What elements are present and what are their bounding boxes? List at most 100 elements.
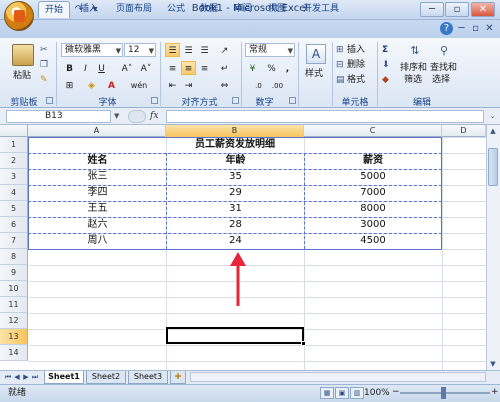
font-size-combo[interactable]: 12 ▼: [124, 43, 156, 57]
zoom-level[interactable]: 100%: [364, 387, 390, 399]
italic-button[interactable]: I: [78, 61, 93, 75]
table-cell[interactable]: 7000: [305, 185, 441, 201]
name-box-dropdown-icon[interactable]: ▼: [114, 110, 126, 123]
horizontal-scrollbar[interactable]: [190, 372, 486, 382]
comma-button[interactable]: ,: [280, 61, 295, 75]
tab-developer[interactable]: 开发工具: [297, 1, 345, 18]
header-cell[interactable]: 薪资: [305, 153, 441, 169]
next-sheet-icon[interactable]: ▶: [22, 372, 30, 382]
column-header-c[interactable]: C: [304, 125, 442, 137]
row-header[interactable]: 2: [0, 153, 28, 169]
row-header[interactable]: 9: [0, 265, 28, 281]
align-middle-icon[interactable]: ☰: [181, 43, 196, 57]
table-cell[interactable]: 周八: [29, 233, 166, 249]
sort-filter-label-1[interactable]: 排序和: [400, 62, 427, 74]
ribbon-minimize-icon[interactable]: ─: [455, 22, 468, 35]
row-header[interactable]: 8: [0, 249, 28, 265]
selected-cell[interactable]: [166, 327, 306, 346]
tab-view[interactable]: 视图: [263, 1, 291, 18]
table-title[interactable]: 员工薪资发放明细: [29, 137, 441, 153]
align-left-icon[interactable]: ≡: [165, 61, 180, 75]
table-cell[interactable]: 李四: [29, 185, 166, 201]
prev-sheet-icon[interactable]: ◀: [13, 372, 21, 382]
row-header[interactable]: 1: [0, 137, 28, 153]
formula-input[interactable]: [166, 110, 484, 123]
column-header-b[interactable]: B: [166, 125, 304, 137]
restore-button[interactable]: ▫: [445, 2, 469, 17]
table-cell[interactable]: 35: [167, 169, 304, 185]
formula-expand-chevron-icon[interactable]: ⌄: [487, 110, 498, 123]
row-header[interactable]: 6: [0, 217, 28, 233]
font-dialog-launcher[interactable]: [151, 97, 158, 104]
decrease-decimal-icon[interactable]: .00: [270, 78, 285, 92]
insert-cells-button[interactable]: 插入: [347, 44, 365, 56]
ribbon-close-icon[interactable]: ✕: [483, 22, 496, 35]
sheet-tab-sheet2[interactable]: Sheet2: [86, 371, 126, 384]
sheet-tab-sheet1[interactable]: Sheet1: [44, 371, 84, 384]
autosum-button[interactable]: Σ: [382, 44, 388, 56]
align-bottom-icon[interactable]: ☰: [197, 43, 212, 57]
normal-view-icon[interactable]: ▦: [320, 387, 334, 399]
page-break-view-icon[interactable]: ▥: [350, 387, 364, 399]
tab-page-layout[interactable]: 页面布局: [110, 1, 158, 18]
row-header[interactable]: 12: [0, 313, 28, 329]
tab-formulas[interactable]: 公式: [162, 1, 190, 18]
orientation-icon[interactable]: ↗: [217, 43, 232, 57]
find-select-label-1[interactable]: 查找和: [430, 62, 457, 74]
table-cell[interactable]: 赵六: [29, 217, 166, 233]
decrease-indent-icon[interactable]: ⇤: [165, 78, 180, 92]
function-icon[interactable]: fx: [150, 110, 162, 123]
number-format-combo[interactable]: 常规 ▼: [245, 43, 295, 57]
office-button[interactable]: [4, 1, 34, 31]
styles-button[interactable]: 样式: [305, 68, 323, 80]
paste-button[interactable]: 粘贴: [13, 70, 31, 82]
sort-filter-label-2[interactable]: 筛选: [404, 74, 422, 86]
row-header[interactable]: 10: [0, 281, 28, 297]
table-cell[interactable]: 4500: [305, 233, 441, 249]
column-header-d[interactable]: D: [442, 125, 486, 137]
percent-button[interactable]: %: [264, 61, 279, 75]
header-cell[interactable]: 姓名: [29, 153, 166, 169]
first-sheet-icon[interactable]: ⏮: [4, 372, 12, 382]
align-top-icon[interactable]: ☰: [165, 43, 180, 57]
row-header[interactable]: 7: [0, 233, 28, 249]
row-header-selected[interactable]: 13: [0, 329, 28, 345]
zoom-in-icon[interactable]: +: [491, 386, 499, 398]
header-cell[interactable]: 年龄: [167, 153, 304, 169]
sheet-tab-sheet3[interactable]: Sheet3: [128, 371, 168, 384]
table-cell[interactable]: 31: [167, 201, 304, 217]
help-icon[interactable]: ?: [440, 22, 453, 35]
name-box[interactable]: B13: [6, 110, 111, 123]
borders-icon[interactable]: ⊞: [62, 78, 77, 92]
row-header[interactable]: 14: [0, 345, 28, 361]
fill-icon[interactable]: ⬇: [382, 59, 390, 71]
row-header[interactable]: 4: [0, 185, 28, 201]
zoom-out-icon[interactable]: −: [392, 386, 400, 398]
fill-handle[interactable]: [301, 341, 306, 346]
table-cell[interactable]: 29: [167, 185, 304, 201]
scroll-down-icon[interactable]: ▼: [486, 359, 500, 369]
shrink-font-button[interactable]: A˅: [137, 61, 155, 75]
tab-insert[interactable]: 插入: [75, 1, 103, 18]
bold-button[interactable]: B: [62, 61, 77, 75]
table-cell[interactable]: 王五: [29, 201, 166, 217]
find-select-label-2[interactable]: 选择: [432, 74, 450, 86]
copy-icon[interactable]: ❐: [40, 59, 48, 71]
wrap-text-icon[interactable]: ↵: [217, 61, 232, 75]
formula-bar-expand-icon[interactable]: [128, 110, 146, 123]
merge-center-icon[interactable]: ⇔: [217, 78, 232, 92]
ribbon-restore-icon[interactable]: ▫: [469, 22, 482, 35]
row-header[interactable]: 5: [0, 201, 28, 217]
format-cells-button[interactable]: 格式: [347, 74, 365, 86]
zoom-slider-thumb[interactable]: [441, 387, 446, 399]
phonetic-button[interactable]: wén: [128, 78, 150, 92]
insert-sheet-icon[interactable]: ✚: [170, 371, 186, 384]
tab-data[interactable]: 数据: [195, 1, 223, 18]
font-name-combo[interactable]: 微软雅黑 ▼: [61, 43, 123, 57]
last-sheet-icon[interactable]: ⏭: [31, 372, 39, 382]
table-cell[interactable]: 3000: [305, 217, 441, 233]
number-dialog-launcher[interactable]: [289, 97, 296, 104]
vertical-scroll-thumb[interactable]: [488, 148, 498, 186]
clipboard-dialog-launcher[interactable]: [46, 97, 53, 104]
currency-icon[interactable]: ¥: [245, 61, 260, 75]
